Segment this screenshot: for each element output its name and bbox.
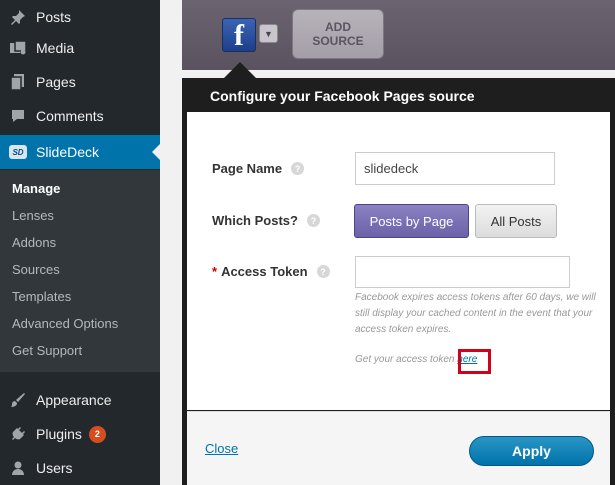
- sidebar-item-posts[interactable]: Posts: [0, 0, 160, 34]
- sidebar-item-label: SlideDeck: [36, 144, 100, 160]
- posts-by-page-toggle[interactable]: Posts by Page: [354, 204, 469, 238]
- sidebar-item-label: Users: [36, 460, 73, 476]
- comments-icon: [8, 106, 28, 126]
- close-link[interactable]: Close: [205, 441, 238, 456]
- access-token-label: * Access Token ?: [212, 264, 330, 279]
- sidebar-item-label: Comments: [36, 108, 104, 124]
- sidebar-item-comments[interactable]: Comments: [0, 99, 160, 133]
- modal-body: Page Name ? slidedeck Which Posts? ? Pos…: [187, 112, 610, 410]
- sidebar-item-label: Appearance: [36, 392, 112, 408]
- source-dropdown-toggle[interactable]: ▼: [259, 24, 278, 43]
- submenu-item-manage[interactable]: Manage: [12, 181, 60, 196]
- modal-pointer-arrow: [224, 62, 256, 78]
- chevron-down-icon: ▼: [264, 28, 273, 39]
- pushpin-icon: [8, 7, 28, 27]
- apply-button[interactable]: Apply: [469, 436, 594, 466]
- sidebar-item-label: Plugins: [36, 426, 82, 442]
- page-name-label-text: Page Name: [212, 161, 283, 176]
- help-icon[interactable]: ?: [316, 265, 330, 278]
- add-source-button[interactable]: ADD SOURCE: [292, 9, 384, 59]
- sidebar-item-media[interactable]: Media: [0, 31, 160, 65]
- slidedeck-logo-text: SD: [9, 145, 27, 159]
- plugins-update-badge: 2: [88, 425, 106, 443]
- submenu-item-sources[interactable]: Sources: [12, 262, 60, 277]
- highlight-box: [458, 349, 491, 374]
- add-source-label-line2: SOURCE: [312, 34, 364, 48]
- sidebar-item-label: Pages: [36, 74, 76, 90]
- which-posts-label: Which Posts? ?: [212, 213, 320, 228]
- sidebar-item-label: Media: [36, 40, 75, 56]
- slidedeck-submenu: Manage Lenses Addons Sources Templates A…: [0, 170, 160, 372]
- slidedeck-icon: SD: [8, 142, 28, 162]
- required-marker: *: [212, 264, 218, 279]
- all-posts-toggle[interactable]: All Posts: [475, 204, 557, 238]
- page-name-input[interactable]: slidedeck: [355, 152, 555, 185]
- sidebar-item-slidedeck[interactable]: SD SlideDeck: [0, 135, 160, 169]
- access-token-note: Facebook expires access tokens after 60 …: [355, 292, 596, 335]
- paintbrush-icon: [8, 390, 28, 410]
- admin-sidebar: Posts Media Pages Comments SD SlideDeck …: [0, 0, 160, 485]
- help-icon[interactable]: ?: [306, 214, 320, 227]
- add-source-label-line1: ADD: [325, 20, 351, 34]
- modal-title: Configure your Facebook Pages source: [210, 88, 475, 104]
- submenu-item-lenses[interactable]: Lenses: [12, 208, 54, 223]
- sidebar-item-pages[interactable]: Pages: [0, 65, 160, 99]
- facebook-source-button[interactable]: f: [222, 18, 256, 52]
- submenu-item-addons[interactable]: Addons: [12, 235, 56, 250]
- source-toolbar: f ▼ ADD SOURCE: [182, 0, 615, 70]
- all-posts-label: All Posts: [490, 213, 542, 229]
- users-icon: [8, 458, 28, 478]
- help-icon[interactable]: ?: [291, 162, 305, 175]
- submenu-item-advanced-options[interactable]: Advanced Options: [12, 316, 118, 331]
- modal-footer: Close Apply: [187, 411, 610, 485]
- sidebar-item-plugins[interactable]: Plugins 2: [0, 417, 160, 451]
- submenu-item-get-support[interactable]: Get Support: [12, 343, 82, 358]
- plugin-icon: [8, 424, 28, 444]
- configure-source-modal: Configure your Facebook Pages source Pag…: [182, 78, 615, 485]
- posts-by-page-label: Posts by Page: [369, 213, 454, 229]
- access-token-link-prefix: Get your access token: [355, 354, 455, 365]
- which-posts-label-text: Which Posts?: [212, 213, 298, 228]
- submenu-item-templates[interactable]: Templates: [12, 289, 71, 304]
- facebook-icon: f: [234, 19, 244, 52]
- sidebar-item-label: Posts: [36, 9, 72, 25]
- media-icon: [8, 38, 28, 58]
- sidebar-item-appearance[interactable]: Appearance: [0, 383, 160, 417]
- access-token-label-text: Access Token: [221, 264, 308, 279]
- page-name-value: slidedeck: [364, 161, 419, 176]
- sidebar-item-users[interactable]: Users: [0, 451, 160, 485]
- apply-button-label: Apply: [512, 443, 551, 459]
- access-token-input[interactable]: [355, 256, 570, 288]
- page-name-label: Page Name ?: [212, 161, 305, 176]
- pages-icon: [8, 72, 28, 92]
